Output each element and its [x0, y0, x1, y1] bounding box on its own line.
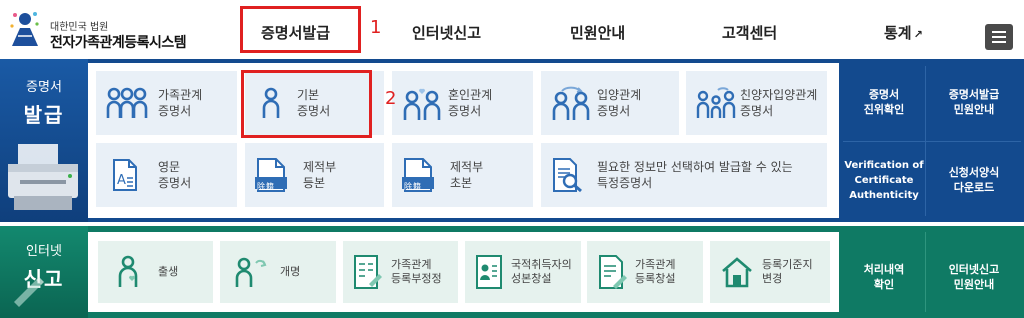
card-adoption-certificate[interactable]: 입양관계 증명서 — [541, 71, 679, 135]
card-family-certificate[interactable]: 가족관계 증명서 — [96, 71, 237, 135]
pen-illustration-icon — [14, 277, 44, 307]
site-logo[interactable]: 대한민국 법원 전자가족관계등록시스템 — [6, 8, 206, 52]
link-issuance-guide[interactable]: 증명서발급 민원안내 — [926, 87, 1022, 117]
document-search-icon — [553, 158, 582, 193]
nav-statistics[interactable]: 통계 ↗ — [884, 22, 923, 43]
card-english-certificate-label: 영문 증명서 — [158, 160, 192, 190]
issuance-panel: 가족관계 증명서 기본 증명서 혼인관계 증명서 입양관계 증명서 친양자입양관… — [88, 63, 839, 218]
nav-civil-guide[interactable]: 민원안내 — [570, 22, 625, 43]
report-title-small: 인터넷 — [26, 244, 62, 259]
printer-illustration-icon — [8, 144, 78, 210]
card-birth-report-label: 출생 — [158, 265, 179, 278]
link-certificate-verification[interactable]: 증명서 진위확인 — [843, 87, 925, 117]
card-removed-register-abstract-label: 제적부 초본 — [450, 160, 484, 190]
hamburger-icon-line — [992, 36, 1006, 38]
annotation-number-2: 2 — [385, 88, 397, 109]
hamburger-icon-line — [992, 41, 1006, 43]
issuance-side-divider-h — [843, 141, 1021, 142]
link-report-guide[interactable]: 인터넷신고 민원안내 — [926, 262, 1022, 292]
card-registration-base-change[interactable]: 등록기준지 변경 — [710, 241, 830, 303]
removed-register-badge: 除籍 — [404, 182, 422, 191]
logo-title: 전자가족관계등록시스템 — [50, 35, 187, 51]
card-english-certificate[interactable]: A 영문 증명서 — [96, 143, 237, 207]
card-register-creation[interactable]: 가족관계 등록창설 — [587, 241, 703, 303]
svg-text:A: A — [117, 173, 126, 188]
rename-icon — [235, 257, 267, 287]
card-family-certificate-label: 가족관계 증명서 — [158, 88, 203, 118]
card-marriage-certificate-label: 혼인관계 증명서 — [448, 88, 493, 118]
annotation-number-1: 1 — [370, 17, 382, 38]
card-nationality-surname-label: 국적취득자의 성본창설 — [511, 258, 572, 285]
site-header: 대한민국 법원 전자가족관계등록시스템 증명서발급 인터넷신고 민원안내 고객센… — [0, 0, 1024, 60]
family-icon — [106, 87, 148, 118]
english-document-icon: A — [113, 159, 137, 191]
register-create-icon — [599, 255, 627, 289]
card-removed-register-copy-label: 제적부 등본 — [303, 160, 337, 190]
nationality-id-icon — [476, 255, 502, 289]
birth-icon — [118, 255, 138, 287]
link-verification-english[interactable]: Verification of Certificate Authenticity — [836, 158, 932, 203]
annotation-box-1 — [240, 6, 361, 53]
hamburger-icon — [992, 31, 1006, 33]
card-register-creation-label: 가족관계 등록창설 — [635, 258, 676, 285]
link-form-download[interactable]: 신청서양식 다운로드 — [926, 165, 1022, 195]
card-specific-certificate[interactable]: 필요한 정보만 선택하여 발급할 수 있는 특정증명서 — [541, 143, 827, 207]
card-rename-report-label: 개명 — [280, 265, 301, 278]
nav-statistics-label: 통계 — [884, 24, 912, 42]
card-specific-certificate-label: 필요한 정보만 선택하여 발급할 수 있는 특정증명서 — [597, 160, 793, 190]
couple-heart-icon — [403, 88, 441, 120]
card-removed-register-copy[interactable]: 除籍 제적부 등본 — [245, 143, 384, 207]
card-adoption-certificate-label: 입양관계 증명서 — [597, 88, 642, 118]
card-register-correction[interactable]: 가족관계 등록부정정 — [343, 241, 458, 303]
card-nationality-surname[interactable]: 국적취득자의 성본창설 — [465, 241, 581, 303]
link-processing-history[interactable]: 처리내역 확인 — [843, 262, 925, 292]
external-link-icon: ↗ — [913, 28, 923, 41]
card-marriage-certificate[interactable]: 혼인관계 증명서 — [392, 71, 533, 135]
court-emblem-icon — [10, 12, 39, 46]
card-rename-report[interactable]: 개명 — [220, 241, 336, 303]
annotation-box-2 — [241, 70, 372, 138]
correction-form-icon — [354, 255, 382, 289]
adoption-icon — [552, 86, 590, 120]
card-birth-report[interactable]: 출생 — [98, 241, 213, 303]
report-panel: 출생 개명 가족관계 등록부정정 국적취득자의 성본창설 가족관계 등록창설 등… — [88, 232, 839, 312]
card-register-correction-label: 가족관계 등록부정정 — [391, 258, 442, 285]
card-full-adoption-certificate-label: 친양자입양관계 증명서 — [740, 88, 818, 118]
removed-register-badge: 除籍 — [257, 182, 275, 191]
issuance-title: 증명서 발급 — [12, 76, 76, 128]
nav-internet-report[interactable]: 인터넷신고 — [412, 22, 481, 43]
home-icon — [722, 257, 752, 288]
issuance-title-big: 발급 — [23, 103, 65, 127]
nav-customer-center[interactable]: 고객센터 — [722, 22, 777, 43]
card-removed-register-abstract[interactable]: 除籍 제적부 초본 — [392, 143, 533, 207]
card-full-adoption-certificate[interactable]: 친양자입양관계 증명서 — [686, 71, 827, 135]
menu-button[interactable] — [985, 24, 1013, 50]
card-registration-base-change-label: 등록기준지 변경 — [762, 258, 813, 285]
logo-subtitle: 대한민국 법원 — [50, 22, 109, 33]
issuance-title-small: 증명서 — [26, 80, 62, 95]
family-adoption-icon — [696, 87, 736, 118]
